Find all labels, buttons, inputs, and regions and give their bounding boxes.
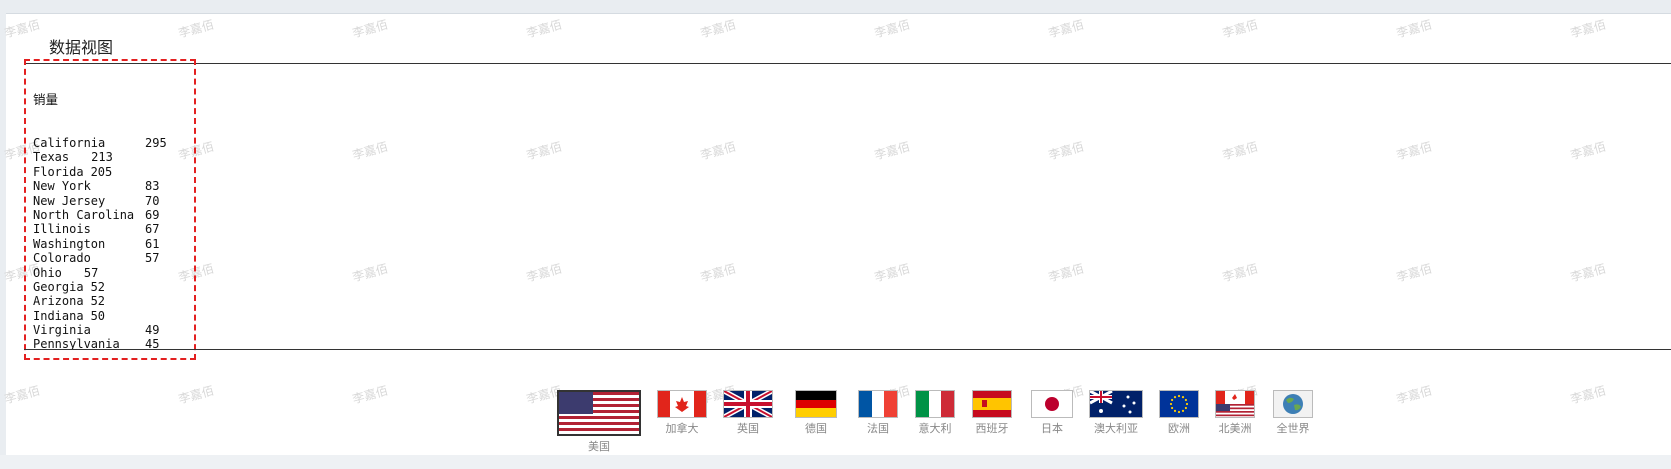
region-option-us[interactable]: 美国 xyxy=(557,390,641,454)
watermark-text: 李嘉佰 xyxy=(1568,17,1608,41)
data-view-bottom-rule xyxy=(24,349,1671,350)
region-option-jp[interactable]: 日本 xyxy=(1030,390,1074,436)
region-label: 西班牙 xyxy=(975,422,1009,435)
watermark-text: 李嘉佰 xyxy=(1046,139,1086,163)
region-option-eu[interactable]: 欧洲 xyxy=(1158,390,1200,436)
flag-it-icon xyxy=(915,390,955,418)
watermark-text: 李嘉佰 xyxy=(1220,261,1260,285)
flag-de-icon xyxy=(795,390,837,418)
flag-au-icon xyxy=(1089,389,1143,418)
region-selector: 美国 加拿大 英国 德国 法国 意大利 西班牙 日本 澳大利亚 欧洲 北美洲 全世界 xyxy=(0,388,1671,453)
data-view-top-rule xyxy=(24,63,1671,64)
region-label: 日本 xyxy=(1041,422,1063,435)
region-label: 英国 xyxy=(737,422,759,435)
flag-ca-icon xyxy=(657,390,707,418)
watermark-text: 李嘉佰 xyxy=(350,139,390,163)
watermark-text: 李嘉佰 xyxy=(524,261,564,285)
watermark-text: 李嘉佰 xyxy=(1568,261,1608,285)
region-option-it[interactable]: 意大利 xyxy=(914,390,956,436)
watermark-text: 李嘉佰 xyxy=(350,17,390,41)
region-option-es[interactable]: 西班牙 xyxy=(971,390,1013,436)
data-view-title: 数据视图 xyxy=(49,38,114,57)
region-option-de[interactable]: 德国 xyxy=(794,390,838,436)
watermark-text: 李嘉佰 xyxy=(872,261,912,285)
region-option-na[interactable]: 北美洲 xyxy=(1214,390,1256,436)
flag-es-icon xyxy=(972,390,1012,418)
watermark-text: 李嘉佰 xyxy=(1568,139,1608,163)
flag-eu-icon xyxy=(1159,390,1199,418)
watermark-text: 李嘉佰 xyxy=(350,261,390,285)
flag-us-icon xyxy=(557,390,641,436)
flag-world-icon xyxy=(1273,390,1313,418)
region-option-uk[interactable]: 英国 xyxy=(722,388,774,436)
region-option-world[interactable]: 全世界 xyxy=(1272,390,1314,436)
watermark-text: 李嘉佰 xyxy=(176,17,216,41)
window-top-bar xyxy=(0,0,1671,14)
watermark-text: 李嘉佰 xyxy=(2,17,42,41)
flag-fr-icon xyxy=(858,390,898,418)
watermark-text: 李嘉佰 xyxy=(1220,139,1260,163)
watermark-text: 李嘉佰 xyxy=(1046,261,1086,285)
region-label: 全世界 xyxy=(1276,422,1310,435)
region-label: 北美洲 xyxy=(1218,422,1252,435)
watermark-text: 李嘉佰 xyxy=(524,139,564,163)
watermark-text: 李嘉佰 xyxy=(524,17,564,41)
region-label: 欧洲 xyxy=(1168,422,1190,435)
watermark-text: 李嘉佰 xyxy=(872,17,912,41)
region-option-fr[interactable]: 法国 xyxy=(857,390,899,436)
window-bottom-bar xyxy=(0,455,1671,469)
watermark-text: 李嘉佰 xyxy=(1394,139,1434,163)
region-label: 德国 xyxy=(805,422,827,435)
watermark-text: 李嘉佰 xyxy=(1220,17,1260,41)
region-label: 法国 xyxy=(867,422,889,435)
region-label: 加拿大 xyxy=(665,422,699,435)
watermark-text: 李嘉佰 xyxy=(698,139,738,163)
region-option-ca[interactable]: 加拿大 xyxy=(656,390,708,436)
region-label: 意大利 xyxy=(918,422,952,435)
flag-uk-icon xyxy=(722,388,774,420)
watermark-text: 李嘉佰 xyxy=(1394,17,1434,41)
region-option-au[interactable]: 澳大利亚 xyxy=(1088,389,1144,436)
region-label: 澳大利亚 xyxy=(1094,422,1138,435)
flag-na-icon xyxy=(1215,390,1255,418)
watermark-text: 李嘉佰 xyxy=(872,139,912,163)
watermark-text: 李嘉佰 xyxy=(1394,261,1434,285)
region-label: 美国 xyxy=(588,440,610,453)
flag-jp-icon xyxy=(1031,390,1073,418)
data-view-highlight-box xyxy=(24,59,196,360)
watermark-text: 李嘉佰 xyxy=(1046,17,1086,41)
watermark-text: 李嘉佰 xyxy=(698,261,738,285)
watermark-text: 李嘉佰 xyxy=(698,17,738,41)
